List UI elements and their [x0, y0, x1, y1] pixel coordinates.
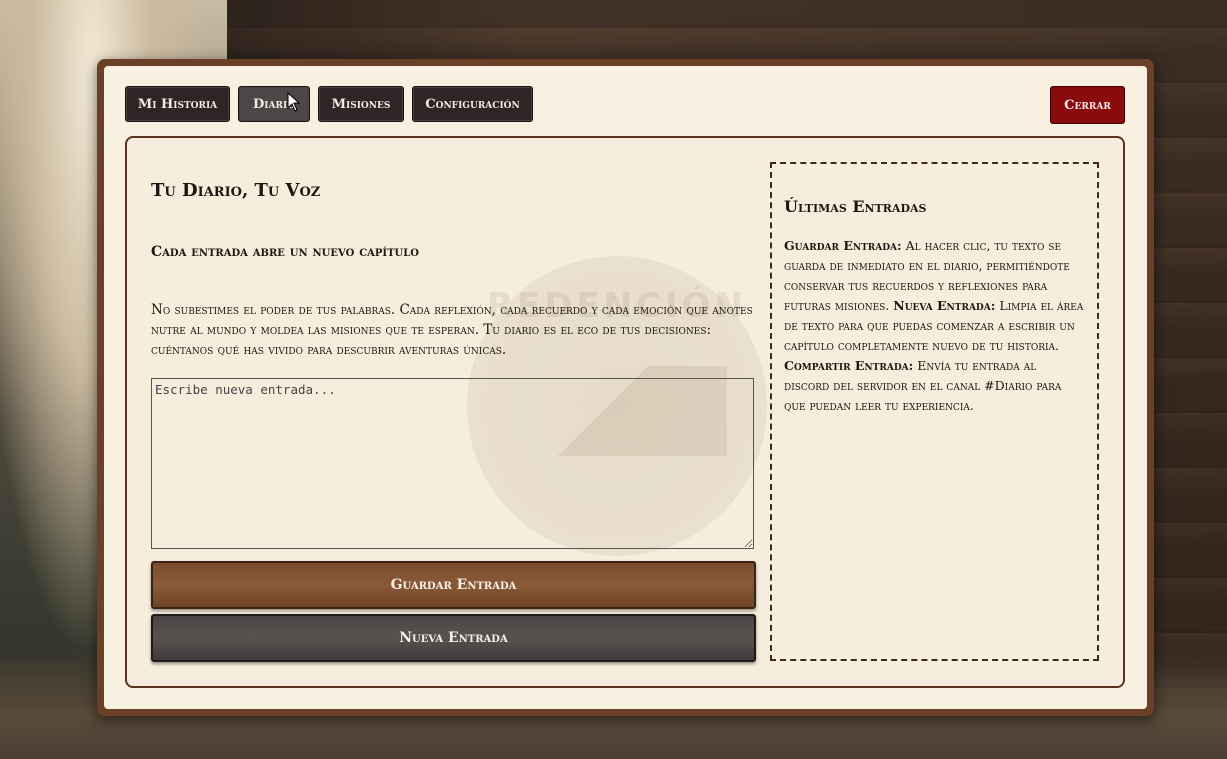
close-button[interactable]: Cerrar: [1050, 86, 1125, 124]
mouse-cursor-icon: [287, 92, 301, 112]
help-term-new: Nueva Entrada:: [893, 298, 996, 313]
help-term-save: Guardar Entrada:: [784, 238, 902, 253]
tab-configuracion[interactable]: Configuración: [412, 86, 533, 122]
tab-misiones[interactable]: Misiones: [318, 86, 404, 122]
new-entry-button[interactable]: Nueva Entrada: [151, 614, 756, 662]
latest-entries-help: Guardar Entrada: Al hacer clic, tu texto…: [784, 236, 1084, 416]
diary-entry-textarea[interactable]: [151, 378, 754, 549]
diary-description: No subestimes el poder de tus palabras. …: [151, 302, 753, 358]
tab-mi-historia[interactable]: Mi Historia: [125, 86, 230, 122]
page-subtitle: Cada entrada abre un nuevo capítulo: [151, 244, 420, 260]
save-entry-button[interactable]: Guardar Entrada: [151, 561, 756, 609]
help-term-share: Compartir Entrada:: [784, 358, 914, 373]
latest-entries-title: Últimas Entradas: [784, 197, 927, 216]
page-title: Tu Diario, Tu Voz: [151, 180, 321, 201]
